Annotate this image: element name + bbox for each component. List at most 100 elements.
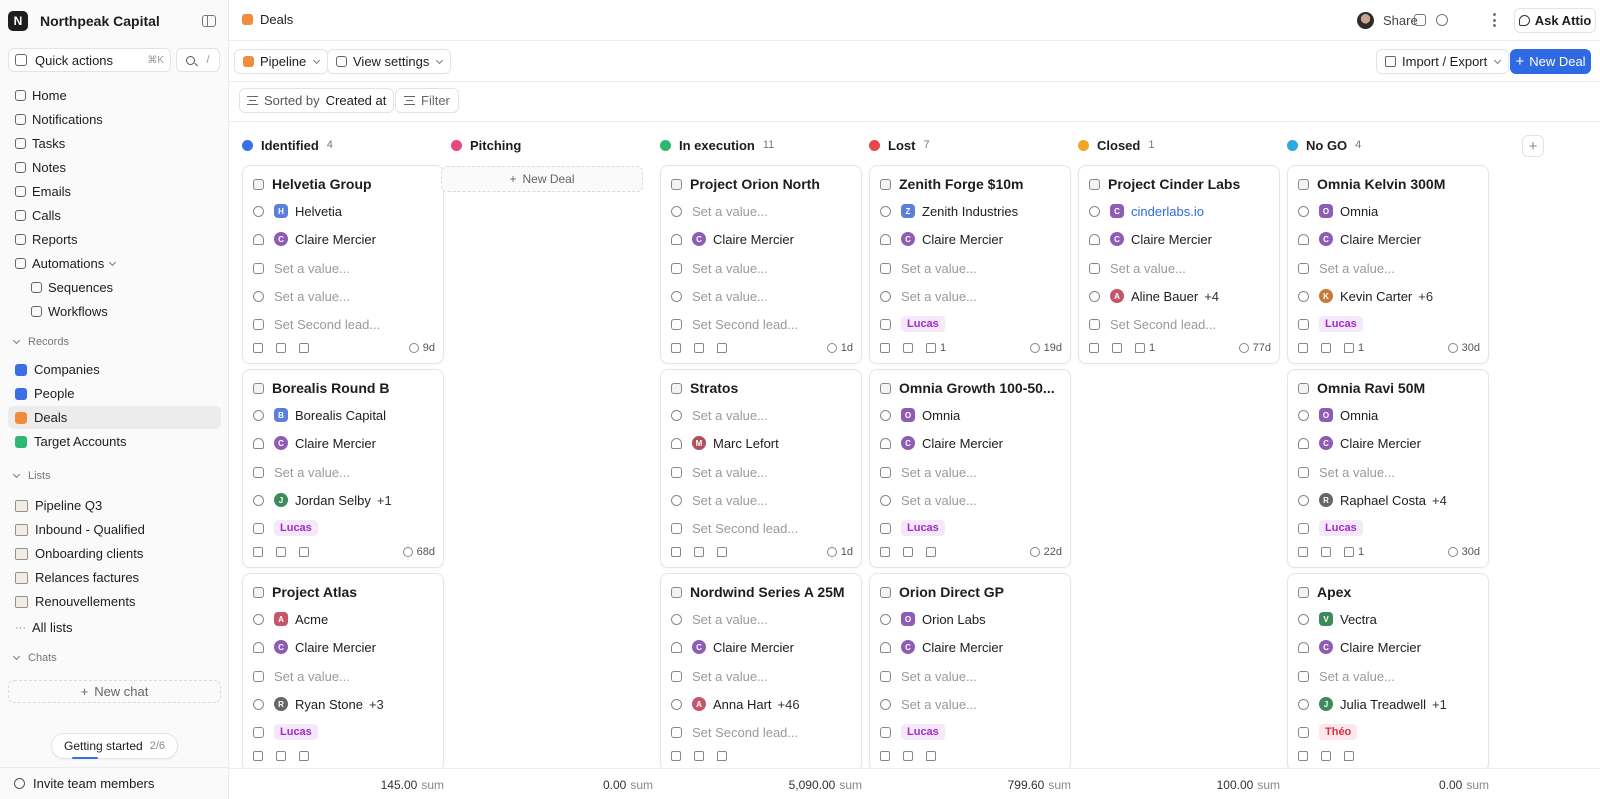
card-field-owner[interactable]: C Claire Mercier <box>1298 229 1480 249</box>
deal-card[interactable]: Orion Direct GP O Orion Labs C Claire Mercie… <box>869 573 1071 768</box>
card-field-company[interactable]: Z Zenith Industries <box>880 201 1062 221</box>
card-field-company[interactable]: O Omnia <box>1298 405 1480 425</box>
card-field-company[interactable]: B Borealis Capital <box>253 405 435 425</box>
card-field-owner[interactable]: C Claire Mercier <box>253 229 435 249</box>
note-icon[interactable] <box>880 547 890 557</box>
sidebar-item-companies[interactable]: Companies <box>8 358 221 381</box>
all-lists-link[interactable]: ··· All lists <box>8 616 221 639</box>
new-chat-button[interactable]: + New chat <box>8 680 221 703</box>
note-icon[interactable] <box>1089 343 1099 353</box>
note-icon[interactable] <box>1298 751 1308 761</box>
comment-icon[interactable] <box>717 343 727 353</box>
comment-icon[interactable] <box>926 547 936 557</box>
deal-card[interactable]: Omnia Kelvin 300M O Omnia C Claire Mercier Se… <box>1287 165 1489 364</box>
task-icon[interactable] <box>694 343 704 353</box>
sidebar-toggle-icon[interactable] <box>202 15 216 27</box>
card-field-r4[interactable]: Set a value... <box>253 286 435 306</box>
card-field-company[interactable]: O Omnia <box>880 405 1062 425</box>
card-field-r4[interactable]: Set a value... <box>671 490 853 510</box>
card-field-r3[interactable]: Set a value... <box>1298 258 1480 278</box>
deal-card[interactable]: Helvetia Group H Helvetia C Claire Mercier Se… <box>242 165 444 364</box>
card-field-r4[interactable]: R Ryan Stone +3 <box>253 694 435 714</box>
column-header[interactable]: No GO 4 <box>1287 136 1361 154</box>
task-icon[interactable] <box>1321 751 1331 761</box>
view-settings-button[interactable]: View settings <box>327 49 452 74</box>
card-field-owner[interactable]: C Claire Mercier <box>1089 229 1271 249</box>
card-field-owner[interactable]: C Claire Mercier <box>1298 637 1480 657</box>
card-field-company[interactable]: H Helvetia <box>253 201 435 221</box>
deal-card[interactable]: Zenith Forge $10m Z Zenith Industries C Clai… <box>869 165 1071 364</box>
sidebar-item-notifications[interactable]: Notifications <box>8 108 221 131</box>
card-field-r5[interactable]: Set Second lead... <box>671 314 853 334</box>
card-field-r3[interactable]: Set a value... <box>671 666 853 686</box>
card-field-r5[interactable]: Lucas <box>253 722 435 742</box>
records-section-header[interactable]: Records <box>12 334 69 350</box>
sidebar-item-automations[interactable]: Automations <box>8 252 221 275</box>
card-field-r3[interactable]: Set a value... <box>253 258 435 278</box>
card-field-r5[interactable]: Set Second lead... <box>671 518 853 538</box>
add-column-button[interactable]: + <box>1522 135 1544 157</box>
view-selector-button[interactable]: Pipeline <box>234 49 329 74</box>
deal-title[interactable]: Borealis Round B <box>253 379 435 397</box>
card-field-r4[interactable]: Set a value... <box>880 490 1062 510</box>
card-field-company[interactable]: O Orion Labs <box>880 609 1062 629</box>
note-icon[interactable] <box>671 751 681 761</box>
task-icon[interactable] <box>694 751 704 761</box>
sidebar-item-deals[interactable]: Deals <box>8 406 221 429</box>
sidebar-list-item[interactable]: Renouvellements <box>8 590 221 613</box>
comments-icon[interactable] <box>1414 14 1426 26</box>
card-field-owner[interactable]: C Claire Mercier <box>253 433 435 453</box>
deal-title[interactable]: Project Atlas <box>253 583 435 601</box>
getting-started-button[interactable]: Getting started 2/6 <box>51 733 178 759</box>
card-field-r5[interactable]: Lucas <box>253 518 435 538</box>
card-field-r5[interactable]: Set Second lead... <box>671 722 853 742</box>
task-icon[interactable] <box>1321 343 1331 353</box>
share-button[interactable]: Share <box>1357 12 1418 29</box>
comment-icon[interactable] <box>1344 751 1354 761</box>
card-field-company[interactable]: O Omnia <box>1298 201 1480 221</box>
deal-title[interactable]: Stratos <box>671 379 853 397</box>
task-icon[interactable] <box>1321 547 1331 557</box>
column-new-deal-button[interactable]: + New Deal <box>441 166 643 192</box>
quick-actions-button[interactable]: Quick actions ⌘K <box>8 48 171 72</box>
card-field-owner[interactable]: C Claire Mercier <box>671 637 853 657</box>
card-field-owner[interactable]: C Claire Mercier <box>1298 433 1480 453</box>
card-field-r3[interactable]: Set a value... <box>880 666 1062 686</box>
sidebar-list-item[interactable]: Inbound - Qualified <box>8 518 221 541</box>
card-field-company[interactable]: Set a value... <box>671 405 853 425</box>
task-icon[interactable] <box>276 343 286 353</box>
lists-section-header[interactable]: Lists <box>12 468 51 484</box>
sidebar-item-home[interactable]: Home <box>8 84 221 107</box>
card-field-r4[interactable]: Set a value... <box>671 286 853 306</box>
card-field-r5[interactable]: Set Second lead... <box>253 314 435 334</box>
card-field-r5[interactable]: Lucas <box>880 722 1062 742</box>
column-header[interactable]: Closed 1 <box>1078 136 1154 154</box>
comment-icon[interactable] <box>717 751 727 761</box>
note-icon[interactable] <box>253 547 263 557</box>
field-value[interactable]: cinderlabs.io <box>1131 204 1204 219</box>
card-field-r4[interactable]: Set a value... <box>880 286 1062 306</box>
card-field-owner[interactable]: C Claire Mercier <box>671 229 853 249</box>
more-options-icon[interactable] <box>1493 13 1496 27</box>
note-icon[interactable] <box>671 343 681 353</box>
card-field-r3[interactable]: Set a value... <box>671 462 853 482</box>
comment-icon[interactable] <box>299 547 309 557</box>
note-icon[interactable] <box>671 547 681 557</box>
card-field-r5[interactable]: Lucas <box>1298 518 1480 538</box>
card-field-owner[interactable]: C Claire Mercier <box>880 433 1062 453</box>
comment-icon[interactable] <box>1344 547 1354 557</box>
task-icon[interactable] <box>694 547 704 557</box>
card-field-r3[interactable]: Set a value... <box>880 258 1062 278</box>
comment-icon[interactable] <box>299 343 309 353</box>
sidebar-item-emails[interactable]: Emails <box>8 180 221 203</box>
invite-team-members-button[interactable]: Invite team members <box>0 767 229 799</box>
task-icon[interactable] <box>1112 343 1122 353</box>
sidebar-item-reports[interactable]: Reports <box>8 228 221 251</box>
note-icon[interactable] <box>253 751 263 761</box>
card-field-owner[interactable]: M Marc Lefort <box>671 433 853 453</box>
card-field-r3[interactable]: Set a value... <box>880 462 1062 482</box>
comment-icon[interactable] <box>1344 343 1354 353</box>
deal-card[interactable]: Omnia Growth 100-50... O Omnia C Claire Merc… <box>869 369 1071 568</box>
note-icon[interactable] <box>1298 547 1308 557</box>
sidebar-item-tasks[interactable]: Tasks <box>8 132 221 155</box>
